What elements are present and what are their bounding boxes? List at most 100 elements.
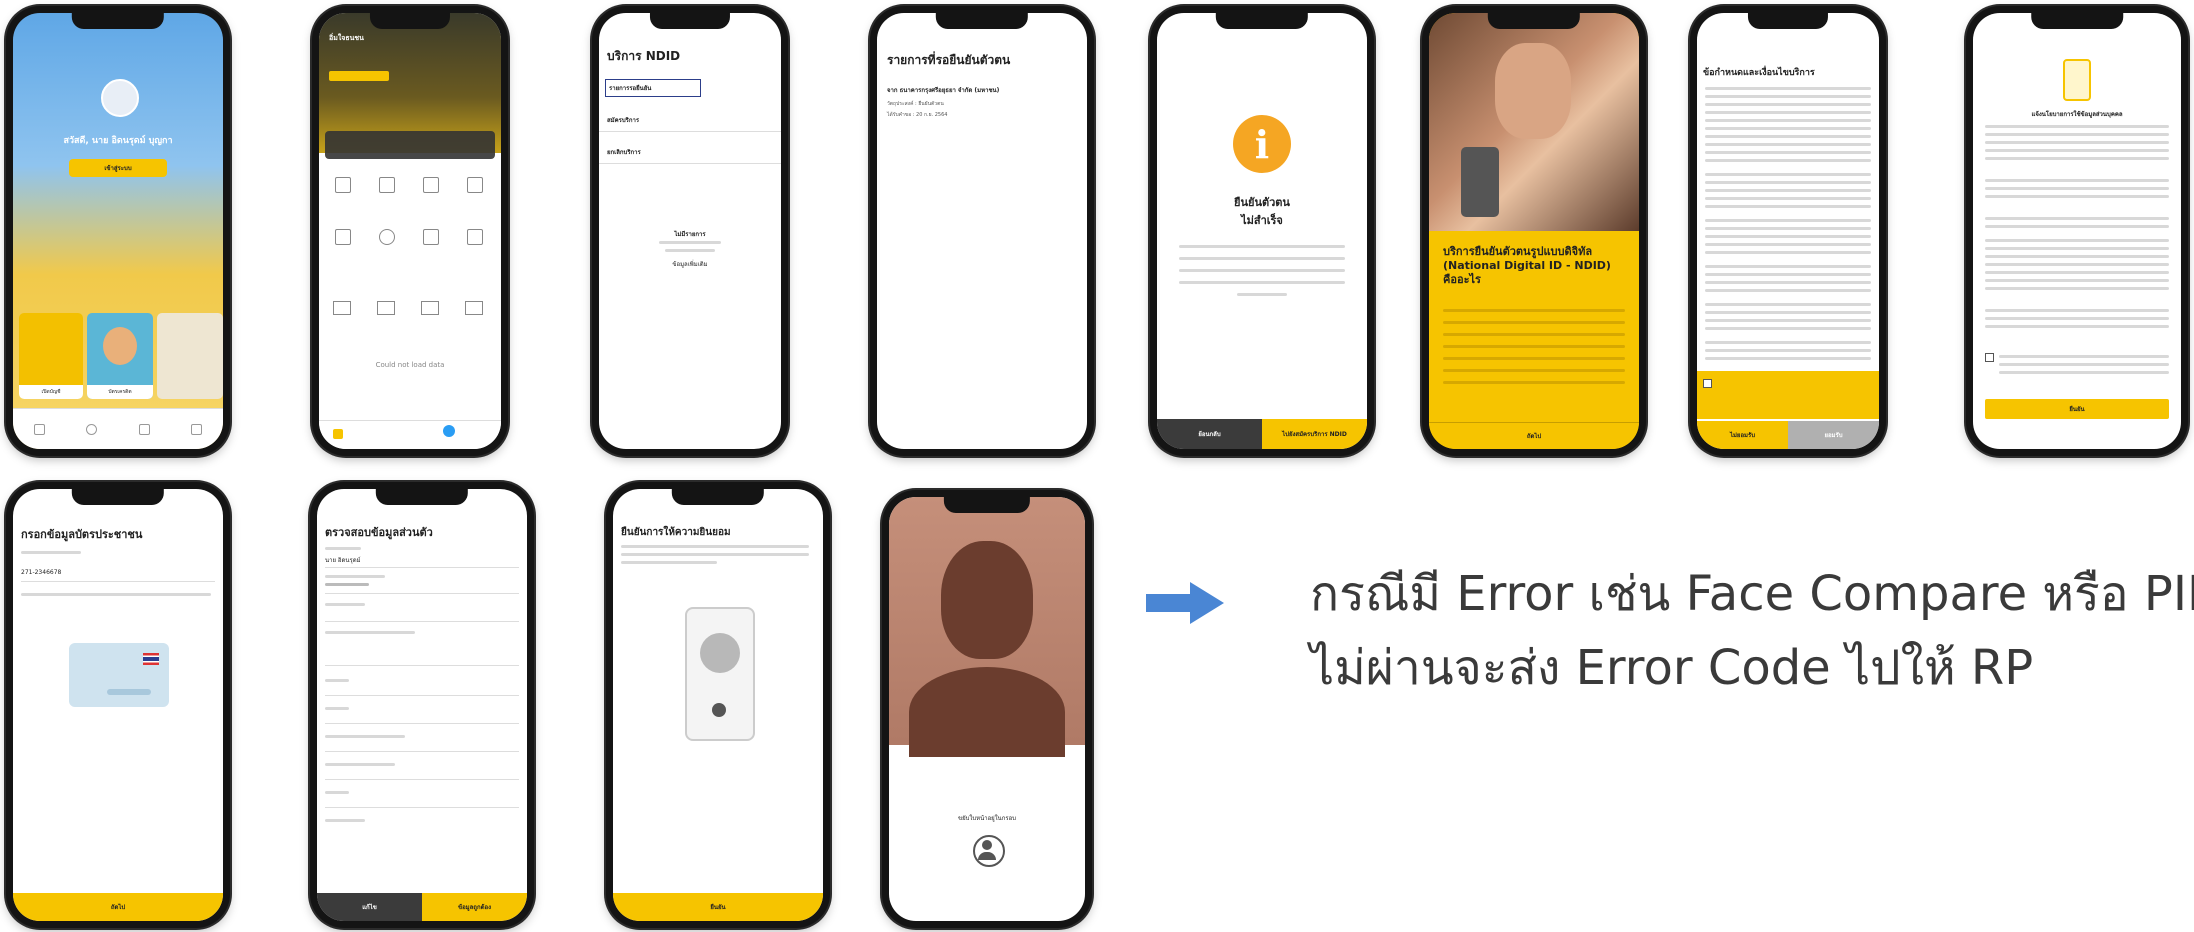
nav-icon-4[interactable]: [191, 423, 203, 435]
page-title: ตรวจสอบข้อมูลส่วนตัว: [325, 526, 433, 539]
login-button[interactable]: เข้าสู่ระบบ: [69, 159, 167, 177]
menu-icon-invest[interactable]: [467, 177, 483, 193]
promo-icon-4[interactable]: [465, 301, 483, 315]
notch: [1215, 13, 1309, 29]
screen-consent: ยืนยันการให้ความยินยอม ยืนยัน: [613, 489, 823, 921]
consent-box: [1697, 371, 1879, 419]
decline-label: ไม่ยอมรับ: [1729, 432, 1756, 439]
menu-icon-card[interactable]: [335, 229, 351, 245]
correct-button[interactable]: ข้อมูลถูกต้อง: [422, 893, 527, 921]
dashboard-header: อิ่มใจธนชน: [319, 13, 501, 159]
screen-ndid-service: บริการ NDID รายการรอยืนยัน สมัครบริการ ย…: [599, 13, 781, 449]
nav-icon-1[interactable]: [33, 423, 45, 435]
caption-line-2: ไม่ผ่านจะส่ง Error Code ไปให้ RP: [1310, 640, 2034, 696]
correct-label: ข้อมูลถูกต้อง: [457, 904, 492, 911]
phone-personal-info: ตรวจสอบข้อมูลส่วนตัว นาย อิดนรุดม์ แก้ไข…: [310, 482, 534, 928]
screen-personal-info: ตรวจสอบข้อมูลส่วนตัว นาย อิดนรุดม์ แก้ไข…: [317, 489, 527, 921]
consent-checkbox[interactable]: [1703, 379, 1712, 388]
go-register-button[interactable]: ไปยังสมัครบริการ NDID: [1262, 419, 1367, 449]
back-button[interactable]: ย้อนกลับ: [1157, 419, 1262, 449]
confirm-button[interactable]: ยืนยัน: [1985, 399, 2169, 419]
phone-face-scan: ขยับใบหน้าอยู่ในกรอบ: [882, 490, 1092, 928]
phone-document-icon: [2063, 59, 2091, 101]
notch: [943, 497, 1031, 513]
info-icon: i: [1233, 115, 1291, 173]
id-card-flag-icon: [143, 653, 159, 665]
status-title-2: ไม่สำเร็จ: [1241, 214, 1283, 227]
menu-icon-clock[interactable]: [379, 229, 395, 245]
selfie-phone-illustration: [685, 607, 755, 741]
privacy-checkbox[interactable]: [1985, 353, 1994, 362]
next-button[interactable]: ถัดไป: [1429, 422, 1639, 449]
avatar: [101, 79, 139, 117]
id-card-image: [69, 643, 169, 707]
notch: [935, 13, 1029, 29]
page-title: ข้อกำหนดและเงื่อนไขบริการ: [1703, 68, 1815, 78]
notch: [2031, 13, 2123, 29]
screen-verify-failed: i ยืนยันตัวตน ไม่สำเร็จ ย้อนกลับ ไปยังสม…: [1157, 13, 1367, 449]
edit-label: แก้ไข: [362, 904, 377, 911]
menu-icon-grid[interactable]: [467, 229, 483, 245]
menu-icon-safe[interactable]: [423, 229, 439, 245]
arrow-right-icon: [1146, 582, 1224, 624]
decline-button[interactable]: ไม่ยอมรับ: [1697, 421, 1788, 449]
face-guide-icon: [973, 835, 1005, 867]
confirm-label: ยืนยัน: [2069, 406, 2085, 413]
face-scan-photo: [1429, 13, 1639, 231]
next-button-label: ถัดไป: [110, 904, 126, 911]
bottom-nav: [319, 420, 501, 449]
bank-name: อิ่มใจธนชน: [329, 34, 364, 42]
notch: [1487, 13, 1581, 29]
menu-icon-transfer[interactable]: [335, 177, 351, 193]
menu-pending-requests[interactable]: รายการรอยืนยัน: [605, 79, 701, 97]
nav-icon-2[interactable]: [86, 423, 98, 435]
bottom-nav: [13, 408, 223, 449]
next-button-label: ถัดไป: [1526, 433, 1542, 440]
screen-dashboard: อิ่มใจธนชน Could not load data: [319, 13, 501, 449]
id-number-field[interactable]: 271-2346678: [21, 569, 61, 576]
phone-privacy: แจ้งนโยบายการใช้ข้อมูลส่วนบุคคล ยืนยัน: [1966, 6, 2188, 456]
phone-consent: ยืนยันการให้ความยินยอม ยืนยัน: [606, 482, 830, 928]
next-button[interactable]: ถัดไป: [13, 893, 223, 921]
page-title: บริการ NDID: [607, 49, 681, 63]
phone-verify-failed: i ยืนยันตัวตน ไม่สำเร็จ ย้อนกลับ ไปยังสม…: [1150, 6, 1374, 456]
phone-ndid-intro: บริการยืนยันตัวตนรูปแบบดิจิทัล (National…: [1422, 6, 1646, 456]
promo-icon-2[interactable]: [377, 301, 395, 315]
load-error-text: Could not load data: [375, 361, 445, 369]
card-open-account[interactable]: เปิดบัญชี: [19, 313, 83, 399]
notch: [375, 489, 469, 505]
face-silhouette: [941, 541, 1033, 659]
card-credit[interactable]: บัตรเครดิต: [87, 313, 153, 399]
camera-view: [889, 497, 1085, 757]
menu-cancel[interactable]: ยกเลิกบริการ: [607, 147, 641, 157]
phone-ndid-service: บริการ NDID รายการรอยืนยัน สมัครบริการ ย…: [592, 6, 788, 456]
screen-ndid-intro: บริการยืนยันตัวตนรูปแบบดิจิทัล (National…: [1429, 13, 1639, 449]
intro-headline: บริการยืนยันตัวตนรูปแบบดิจิทัล (National…: [1443, 245, 1611, 286]
login-label: เข้าสู่ระบบ: [104, 165, 132, 172]
nav-home-icon[interactable]: [333, 429, 343, 439]
phone-dashboard: อิ่มใจธนชน Could not load data: [312, 6, 508, 456]
nav-notify-icon[interactable]: [443, 425, 455, 437]
phone-terms: ข้อกำหนดและเงื่อนไขบริการ ไม่ยอมรับ ยอมร…: [1690, 6, 1886, 456]
selfie-avatar: [700, 633, 740, 673]
menu-register[interactable]: สมัครบริการ: [607, 115, 639, 125]
nav-icon-3[interactable]: [138, 423, 150, 435]
promo-icon-1[interactable]: [333, 301, 351, 315]
greeting-text: สวัสดี, นาย อิดนรุดม์ บุญกา: [63, 136, 173, 146]
menu-pending-requests-label: รายการรอยืนยัน: [609, 85, 652, 92]
card-third[interactable]: [157, 313, 223, 399]
menu-icon-bill[interactable]: [379, 177, 395, 193]
request-from: จาก ธนาคารกรุงศรีอยุธยา จำกัด (มหาชน): [887, 87, 1000, 94]
status-title-1: ยืนยันตัวตน: [1234, 196, 1290, 209]
request-item[interactable]: จาก ธนาคารกรุงศรีอยุธยา จำกัด (มหาชน) วั…: [887, 85, 1077, 141]
menu-grid: [327, 173, 493, 283]
page-title: รายการที่รอยืนยันตัวตน: [887, 53, 1011, 67]
menu-icon-topup[interactable]: [423, 177, 439, 193]
screen-privacy: แจ้งนโยบายการใช้ข้อมูลส่วนบุคคล ยืนยัน: [1973, 13, 2181, 449]
promo-icon-3[interactable]: [421, 301, 439, 315]
confirm-button[interactable]: ยืนยัน: [613, 893, 823, 921]
edit-button[interactable]: แก้ไข: [317, 893, 422, 921]
more-info-link[interactable]: ข้อมูลเพิ่มเติม: [599, 259, 781, 269]
accept-button[interactable]: ยอมรับ: [1788, 421, 1879, 449]
name-field[interactable]: นาย อิดนรุดม์: [325, 555, 361, 565]
